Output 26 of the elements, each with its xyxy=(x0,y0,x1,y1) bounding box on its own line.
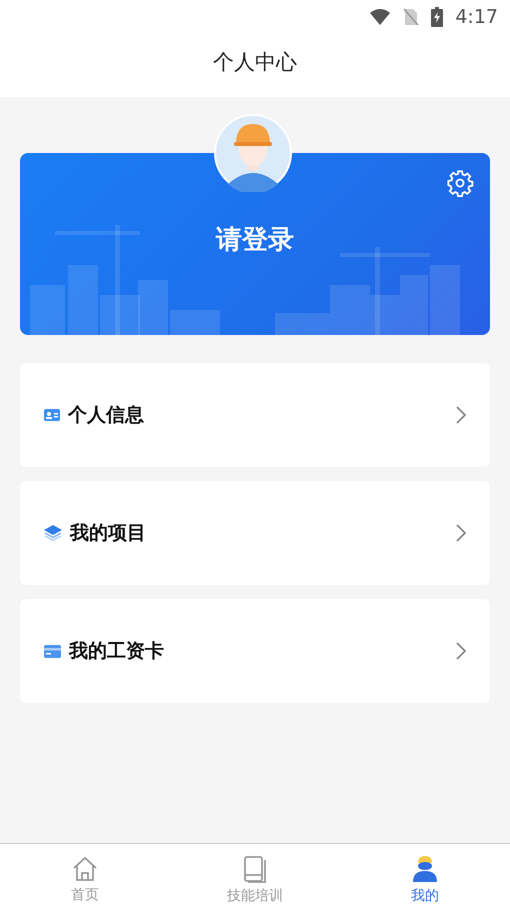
login-prompt[interactable]: 请登录 xyxy=(216,222,294,256)
card-icon xyxy=(44,644,61,658)
status-time: 4:17 xyxy=(455,6,498,28)
menu-label: 个人信息 xyxy=(68,403,145,428)
avatar-icon xyxy=(214,114,292,192)
menu-label: 我的工资卡 xyxy=(69,639,165,664)
chevron-right-icon xyxy=(456,406,466,424)
home-icon xyxy=(72,856,98,882)
page-title: 个人中心 xyxy=(213,48,297,76)
menu-label: 我的项目 xyxy=(70,521,147,546)
book-icon xyxy=(243,854,267,882)
no-sim-icon xyxy=(403,8,420,26)
menu-item[interactable]: 我的工资卡 xyxy=(20,599,490,703)
menu-item[interactable]: 个人信息 xyxy=(20,363,490,467)
user-icon xyxy=(412,854,438,882)
chevron-right-icon xyxy=(456,524,466,542)
id-card-icon xyxy=(44,409,60,421)
settings-icon xyxy=(446,169,474,197)
nav-tab[interactable]: 技能培训 xyxy=(170,844,340,915)
layers-icon xyxy=(44,525,62,541)
wifi-icon xyxy=(369,8,392,26)
battery-icon xyxy=(431,7,444,27)
menu-item[interactable]: 我的项目 xyxy=(20,481,490,585)
nav-tab[interactable]: 我的 xyxy=(340,844,510,915)
nav-tab[interactable]: 首页 xyxy=(0,844,170,915)
chevron-right-icon xyxy=(456,642,466,660)
